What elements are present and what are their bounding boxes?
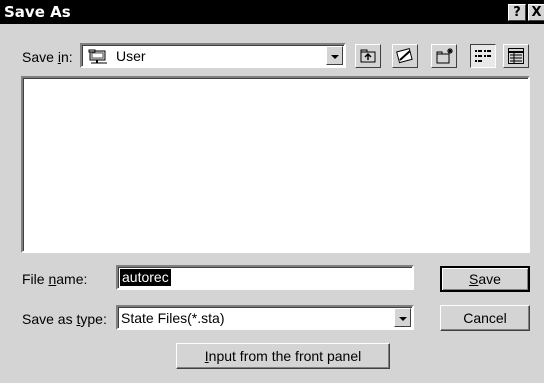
up-one-level-icon [359, 48, 377, 67]
save-in-value: User [116, 48, 146, 64]
file-name-value: autorec [120, 269, 171, 286]
title-bar: Save As ? X [0, 0, 544, 26]
chevron-down-icon[interactable] [394, 308, 411, 327]
save-as-type-label: Save as type: [22, 311, 107, 327]
file-name-label: File name: [22, 271, 88, 287]
save-as-type-value: State Files(*.sta) [121, 310, 225, 326]
save-in-dropdown[interactable]: User [80, 43, 346, 68]
details-view-button[interactable] [503, 44, 529, 68]
file-list[interactable] [21, 76, 530, 253]
help-button[interactable]: ? [508, 4, 526, 21]
list-view-icon [475, 49, 491, 66]
file-name-input[interactable]: autorec [116, 265, 414, 290]
network-folder-icon [88, 48, 110, 67]
desktop-button[interactable] [392, 44, 418, 68]
new-folder-icon [435, 47, 455, 68]
save-button[interactable]: Save [440, 266, 530, 292]
details-view-icon [508, 48, 524, 67]
chevron-down-icon[interactable] [326, 46, 343, 65]
list-view-button[interactable] [470, 44, 496, 68]
close-button[interactable]: X [528, 4, 544, 21]
cancel-button[interactable]: Cancel [440, 305, 530, 331]
input-from-front-panel-button[interactable]: Input from the front panel [176, 343, 390, 369]
save-as-dialog: Save As ? X Save in: User File name: aut… [0, 0, 544, 383]
up-one-level-button[interactable] [355, 44, 381, 68]
dialog-title: Save As [4, 3, 71, 21]
new-folder-button[interactable] [431, 44, 457, 68]
save-in-label: Save in: [22, 49, 73, 65]
desktop-icon [396, 47, 414, 68]
save-as-type-dropdown[interactable]: State Files(*.sta) [116, 305, 414, 330]
